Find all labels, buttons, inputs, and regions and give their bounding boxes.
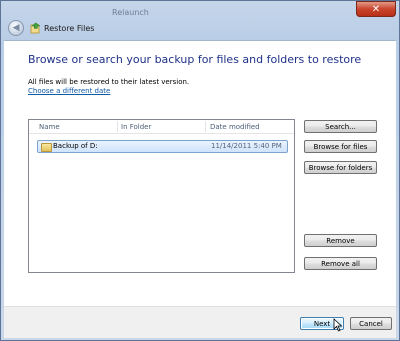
column-name[interactable]: Name: [39, 123, 60, 131]
content-area: Browse or search your backup for files a…: [4, 40, 396, 307]
folder-icon: [41, 143, 52, 152]
page-heading: Browse or search your backup for files a…: [28, 53, 362, 66]
column-date-modified[interactable]: Date modified: [210, 123, 260, 131]
remove-button[interactable]: Remove: [304, 234, 377, 247]
mouse-cursor-icon: [333, 318, 343, 332]
remove-all-button[interactable]: Remove all: [304, 257, 377, 270]
search-button[interactable]: Search...: [304, 120, 377, 133]
list-header: Name In Folder Date modified: [29, 120, 294, 134]
back-button[interactable]: ◀: [8, 20, 24, 36]
browse-folders-button[interactable]: Browse for folders: [304, 161, 377, 174]
window-title: Restore Files: [44, 24, 95, 33]
background-window-title: Relaunch: [112, 8, 149, 17]
column-separator[interactable]: [117, 121, 118, 132]
column-in-folder[interactable]: In Folder: [121, 123, 151, 131]
restore-file-list[interactable]: Name In Folder Date modified Backup of D…: [28, 119, 295, 273]
list-item[interactable]: Backup of D: 11/14/2011 5:40 PM: [37, 140, 288, 153]
cancel-button[interactable]: Cancel: [350, 317, 392, 330]
list-item-date: 11/14/2011 5:40 PM: [211, 142, 282, 150]
list-item-name: Backup of D:: [53, 142, 98, 150]
close-button[interactable]: ✕: [356, 1, 396, 17]
back-arrow-icon: ◀: [12, 23, 20, 33]
choose-date-link[interactable]: Choose a different date: [28, 87, 110, 95]
browse-files-button[interactable]: Browse for files: [304, 140, 377, 153]
navigation-bar: ◀ Restore Files: [4, 18, 396, 40]
column-separator[interactable]: [205, 121, 206, 132]
restore-info-text: All files will be restored to their late…: [28, 78, 190, 86]
close-icon: ✕: [371, 3, 381, 15]
window-frame: Relaunch ✕ ◀ Restore Files Browse or sea…: [0, 0, 400, 341]
restore-files-icon: [30, 22, 41, 34]
